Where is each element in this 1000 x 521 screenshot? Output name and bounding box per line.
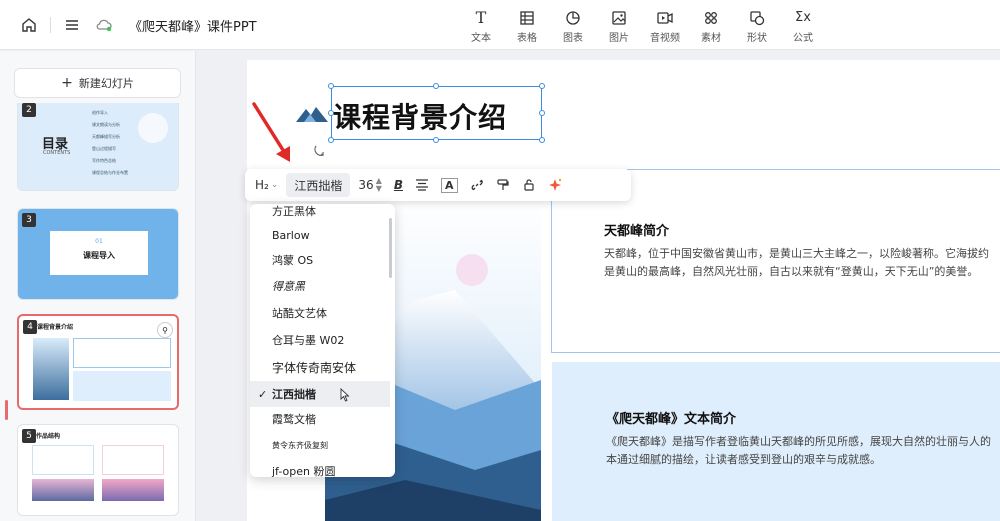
format-painter-icon[interactable]: [492, 173, 514, 197]
red-arrow-annotation: [252, 102, 290, 162]
font-size-input[interactable]: 36 ▲ ▼: [354, 173, 385, 197]
stepper-arrows-icon[interactable]: ▲ ▼: [376, 177, 382, 193]
font-option[interactable]: 方正黑体: [250, 204, 390, 224]
shape-icon: [749, 9, 765, 27]
resize-handle[interactable]: [539, 137, 545, 143]
top-bar: 《爬天都峰》课件PPT T 文本 表格 图表 图片 音视频 素材 形状 Σx 公…: [0, 0, 1000, 50]
text-format-toolbar: H₂ ⌄ 江西拙楷 36 ▲ ▼ B A: [245, 169, 631, 201]
panel-title: 《爬天都峰》文本简介: [606, 412, 737, 427]
resize-handle[interactable]: [539, 110, 545, 116]
thumb-img-right: [102, 479, 164, 501]
tool-text[interactable]: T 文本: [458, 6, 504, 46]
menu-icon[interactable]: [61, 14, 83, 36]
check-icon: ✓: [258, 387, 268, 401]
font-option[interactable]: Barlow: [250, 222, 390, 248]
dropdown-scrollbar[interactable]: [389, 218, 392, 278]
tool-material[interactable]: 素材: [688, 6, 734, 46]
font-option[interactable]: jf-open 粉圆: [250, 458, 390, 477]
video-icon: [656, 9, 674, 27]
resize-handle[interactable]: [433, 83, 439, 89]
slide-thumbnail-4[interactable]: 4 课程背景介绍 ⚲: [17, 314, 179, 410]
thumb-panel-1: [73, 338, 171, 368]
text-icon: T: [475, 8, 487, 27]
table-icon: [519, 9, 535, 27]
formula-icon: Σx: [795, 10, 811, 25]
font-option[interactable]: 仓耳与墨 W02: [250, 327, 390, 353]
thumb-panel-2: [73, 371, 171, 401]
mouse-cursor-icon: [340, 387, 350, 405]
new-slide-button[interactable]: + 新建幻灯片: [14, 68, 181, 98]
flower-decoration: [138, 113, 168, 143]
home-icon[interactable]: [18, 14, 40, 36]
ai-sparkle-icon[interactable]: [544, 173, 566, 197]
slide-thumbnail-2[interactable]: 2 目录 CONTENTS 创作导入 课文朗读与分析 天都峰描写分析 登山过程描…: [17, 103, 179, 191]
thumb-img-left: [32, 479, 94, 501]
font-option[interactable]: 站酷文艺体: [250, 300, 390, 326]
mountain-logo-icon: [296, 105, 328, 126]
material-icon: [703, 9, 719, 27]
insert-toolbar: T 文本 表格 图表 图片 音视频 素材 形状 Σx 公式: [458, 6, 826, 46]
slide-thumbnail-3[interactable]: 3 01 课程导入: [17, 208, 179, 300]
font-dropdown[interactable]: 方正黑体 Barlow 鸿蒙 OS 得意黑 站酷文艺体 仓耳与墨 W02 字体传…: [250, 204, 395, 477]
rotate-icon[interactable]: [313, 143, 327, 160]
tool-shape[interactable]: 形状: [734, 6, 780, 46]
image-icon: [611, 9, 627, 27]
font-option[interactable]: 黄令东齐伋复刻: [250, 432, 390, 458]
heading-select[interactable]: H₂ ⌄: [251, 173, 282, 197]
resize-handle[interactable]: [328, 83, 334, 89]
align-center-icon[interactable]: [411, 173, 433, 197]
tool-video[interactable]: 音视频: [642, 6, 688, 46]
chevron-down-icon: ⌄: [270, 180, 279, 190]
pin-icon[interactable]: ⚲: [157, 322, 173, 338]
link-icon[interactable]: [466, 173, 488, 197]
font-option[interactable]: 得意黑: [250, 273, 390, 299]
plus-icon: +: [61, 75, 73, 91]
panel-text: 天都峰，位于中国安徽省黄山市，是黄山三大主峰之一，以险峻著称。它海拔约 是黄山的…: [604, 247, 989, 278]
thumb-box-right: [102, 445, 164, 475]
tool-formula[interactable]: Σx 公式: [780, 6, 826, 46]
panel-title: 天都峰简介: [604, 224, 670, 239]
thumb-box-left: [32, 445, 94, 475]
font-option[interactable]: 鸿蒙 OS: [250, 247, 390, 273]
tool-chart[interactable]: 图表: [550, 6, 596, 46]
active-slide-marker: [5, 400, 8, 420]
slide-title[interactable]: 课程背景介绍: [333, 96, 507, 136]
font-option[interactable]: 霞鹜文楷: [250, 406, 390, 432]
font-option-selected[interactable]: ✓ 江西拙楷: [250, 381, 390, 407]
slide-thumbnail-5[interactable]: 5 作品结构: [17, 424, 179, 516]
panel-text: 《爬天都峰》是描写作者登临黄山天都峰的所见所感，展现大自然的壮丽与人的 本通过细…: [606, 435, 991, 466]
tool-table[interactable]: 表格: [504, 6, 550, 46]
font-family-select[interactable]: 江西拙楷: [286, 173, 351, 197]
resize-handle[interactable]: [328, 137, 334, 143]
chart-icon: [565, 9, 581, 27]
resize-handle[interactable]: [433, 137, 439, 143]
font-color-button[interactable]: A: [437, 173, 462, 197]
thumb-mountain: [33, 338, 69, 400]
text-intro-panel[interactable]: 《爬天都峰》文本简介 《爬天都峰》是描写作者登临黄山天都峰的所见所感，展现大自然…: [552, 362, 1000, 521]
cloud-sync-icon[interactable]: [93, 14, 115, 36]
bold-button[interactable]: B: [390, 173, 407, 197]
document-title[interactable]: 《爬天都峰》课件PPT: [129, 16, 257, 35]
unlock-icon[interactable]: [518, 173, 540, 197]
resize-handle[interactable]: [539, 83, 545, 89]
top-left-group: 《爬天都峰》课件PPT: [18, 14, 257, 36]
tool-image[interactable]: 图片: [596, 6, 642, 46]
divider: [50, 17, 51, 33]
font-option[interactable]: 字体传奇南安体: [250, 354, 390, 380]
slide-sidebar: + 新建幻灯片 2 目录 CONTENTS 创作导入 课文朗读与分析 天都峰描写…: [0, 51, 196, 521]
